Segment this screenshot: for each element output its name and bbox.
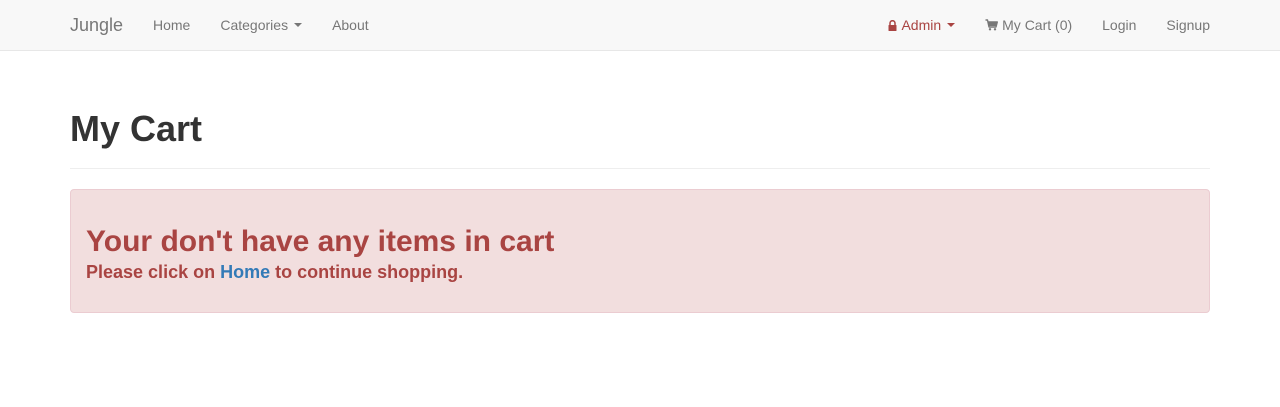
nav-login-link[interactable]: Login — [1087, 0, 1151, 50]
top-navbar: Jungle Home Categories About Admin My Ca… — [0, 0, 1280, 51]
nav-categories-dropdown[interactable]: Categories — [205, 0, 317, 50]
nav-categories-label: Categories — [220, 17, 289, 33]
nav-signup-label: Signup — [1166, 17, 1210, 33]
caret-down-icon — [294, 23, 303, 27]
nav-login-label: Login — [1102, 17, 1137, 33]
nav-home-link[interactable]: Home — [138, 0, 205, 50]
main-content: My Cart Your don't have any items in car… — [70, 51, 1210, 313]
empty-cart-alert: Your don't have any items in cart Please… — [70, 189, 1210, 313]
shopping-cart-icon — [985, 19, 999, 31]
nav-cart-link[interactable]: My Cart (0) — [970, 0, 1087, 50]
nav-right: Admin My Cart (0) Login Signup — [873, 0, 1225, 50]
nav-home-label: Home — [153, 17, 191, 33]
alert-text-before: Please click on — [86, 262, 221, 282]
nav-admin-label: Admin — [901, 17, 942, 33]
alert-heading: Your don't have any items in cart — [86, 225, 555, 258]
page-title: My Cart — [70, 108, 203, 149]
navbar-inner: Jungle Home Categories About Admin My Ca… — [55, 0, 1225, 50]
nav-signup-link[interactable]: Signup — [1151, 0, 1225, 50]
lock-icon — [888, 19, 897, 31]
nav-left: Home Categories About — [138, 0, 384, 50]
page-header: My Cart — [70, 109, 1210, 169]
alert-home-link[interactable]: Home — [220, 262, 270, 282]
nav-admin-dropdown[interactable]: Admin — [873, 0, 970, 50]
nav-about-label: About — [332, 17, 369, 33]
caret-down-icon — [947, 23, 956, 27]
alert-message: Please click on Home to continue shoppin… — [86, 260, 1194, 284]
brand-link[interactable]: Jungle — [70, 15, 123, 35]
nav-cart-label: My Cart (0) — [1002, 17, 1073, 33]
alert-text-after: to continue shopping. — [270, 262, 464, 282]
nav-about-link[interactable]: About — [317, 0, 384, 50]
